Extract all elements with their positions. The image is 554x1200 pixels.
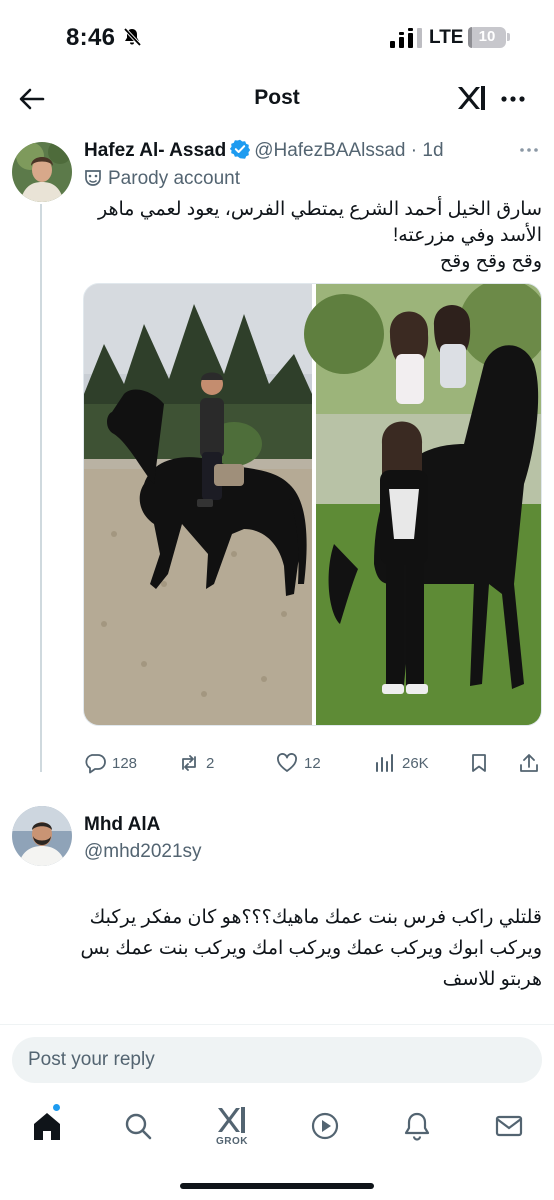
divider bbox=[0, 1024, 554, 1025]
bell-off-icon bbox=[123, 27, 142, 47]
share-icon bbox=[520, 754, 538, 772]
battery-percent: 10 bbox=[478, 28, 496, 45]
battery-cap bbox=[507, 33, 510, 41]
bottom-nav bbox=[0, 1098, 554, 1158]
grok-icon[interactable] bbox=[455, 81, 489, 115]
like-button[interactable]: 12 bbox=[276, 750, 321, 776]
tweet-text-line: وقح وقح وقح bbox=[439, 251, 542, 272]
tweet-more-icon[interactable] bbox=[518, 142, 540, 158]
meta-separator: · bbox=[410, 140, 418, 161]
thread-line bbox=[40, 204, 42, 772]
reply-count: 128 bbox=[112, 754, 138, 772]
tweet-text-line: الأسد وفي مزرعته! bbox=[392, 225, 542, 246]
views-count: 26K bbox=[402, 754, 429, 772]
like-icon bbox=[277, 753, 297, 772]
reply-text-line: هربتو للاسف bbox=[442, 969, 542, 990]
search-icon[interactable] bbox=[118, 1106, 158, 1146]
reply-text-line: ويركب ابوك ويركب عمك ويركب امك ويركب بنت… bbox=[80, 938, 542, 959]
bell-icon[interactable] bbox=[397, 1106, 437, 1146]
reply-avatar[interactable] bbox=[12, 806, 72, 866]
tweet-actions: 128 2 12 26K bbox=[84, 750, 542, 776]
repost-button[interactable]: 2 bbox=[178, 750, 214, 776]
reply-text-line: قلتلي راكب فرس بنت عمك ماهيك؟؟؟هو كان مف… bbox=[89, 907, 542, 928]
reply-icon bbox=[85, 754, 106, 774]
post-header: Post bbox=[0, 76, 554, 122]
home-icon[interactable] bbox=[27, 1106, 67, 1146]
reply-button[interactable]: 128 bbox=[84, 750, 137, 776]
more-icon[interactable] bbox=[498, 84, 528, 114]
media-photo-family[interactable] bbox=[304, 284, 542, 726]
verified-badge-icon bbox=[230, 139, 251, 159]
tweet-time[interactable]: 1d bbox=[422, 140, 443, 161]
grok-nav-label: GROK bbox=[216, 1136, 248, 1147]
play-icon[interactable] bbox=[305, 1106, 345, 1146]
bookmark-icon bbox=[472, 754, 486, 772]
reply-composer-input[interactable]: Post your reply bbox=[12, 1037, 542, 1083]
parody-label-row: Parody account bbox=[84, 168, 240, 190]
signal-icon bbox=[390, 28, 422, 48]
like-count: 12 bbox=[304, 754, 321, 772]
battery-icon: 10 bbox=[468, 27, 506, 48]
repost-icon bbox=[182, 755, 196, 771]
reply-author-handle[interactable]: @mhd2021sy bbox=[84, 841, 202, 863]
home-notification-dot bbox=[53, 1104, 60, 1111]
status-time: 8:46 bbox=[66, 24, 116, 51]
network-label: LTE bbox=[429, 27, 464, 48]
repost-count: 2 bbox=[206, 754, 215, 772]
mail-icon[interactable] bbox=[489, 1106, 529, 1146]
share-button[interactable] bbox=[518, 750, 546, 776]
tweet-text: سارق الخيل أحمد الشرع يمتطي الفرس، يعود … bbox=[84, 197, 542, 275]
views-button[interactable]: 26K bbox=[374, 750, 429, 776]
tweet-media[interactable] bbox=[83, 283, 542, 726]
home-indicator bbox=[180, 1183, 374, 1189]
status-bar: 8:46 LTE 10 bbox=[0, 0, 554, 76]
bookmark-button[interactable] bbox=[468, 750, 496, 776]
parody-mask-icon bbox=[85, 170, 101, 186]
author-avatar[interactable] bbox=[12, 142, 72, 202]
reply-author-name[interactable]: Mhd AlA bbox=[84, 814, 160, 836]
reply-text: قلتلي راكب فرس بنت عمك ماهيك؟؟؟هو كان مف… bbox=[14, 902, 542, 995]
tweet-text-line: سارق الخيل أحمد الشرع يمتطي الفرس، يعود … bbox=[97, 199, 542, 220]
author-handle[interactable]: @HafezBAAlssad bbox=[254, 140, 405, 161]
parody-label: Parody account bbox=[108, 168, 241, 189]
media-photo-rider[interactable] bbox=[84, 284, 312, 726]
author-name[interactable]: Hafez Al- Assad bbox=[84, 140, 226, 161]
tweet-author-row: Hafez Al- Assad @HafezBAAlssad · 1d bbox=[84, 139, 444, 165]
views-icon bbox=[376, 754, 393, 772]
grok-nav-icon[interactable] bbox=[212, 1100, 252, 1140]
